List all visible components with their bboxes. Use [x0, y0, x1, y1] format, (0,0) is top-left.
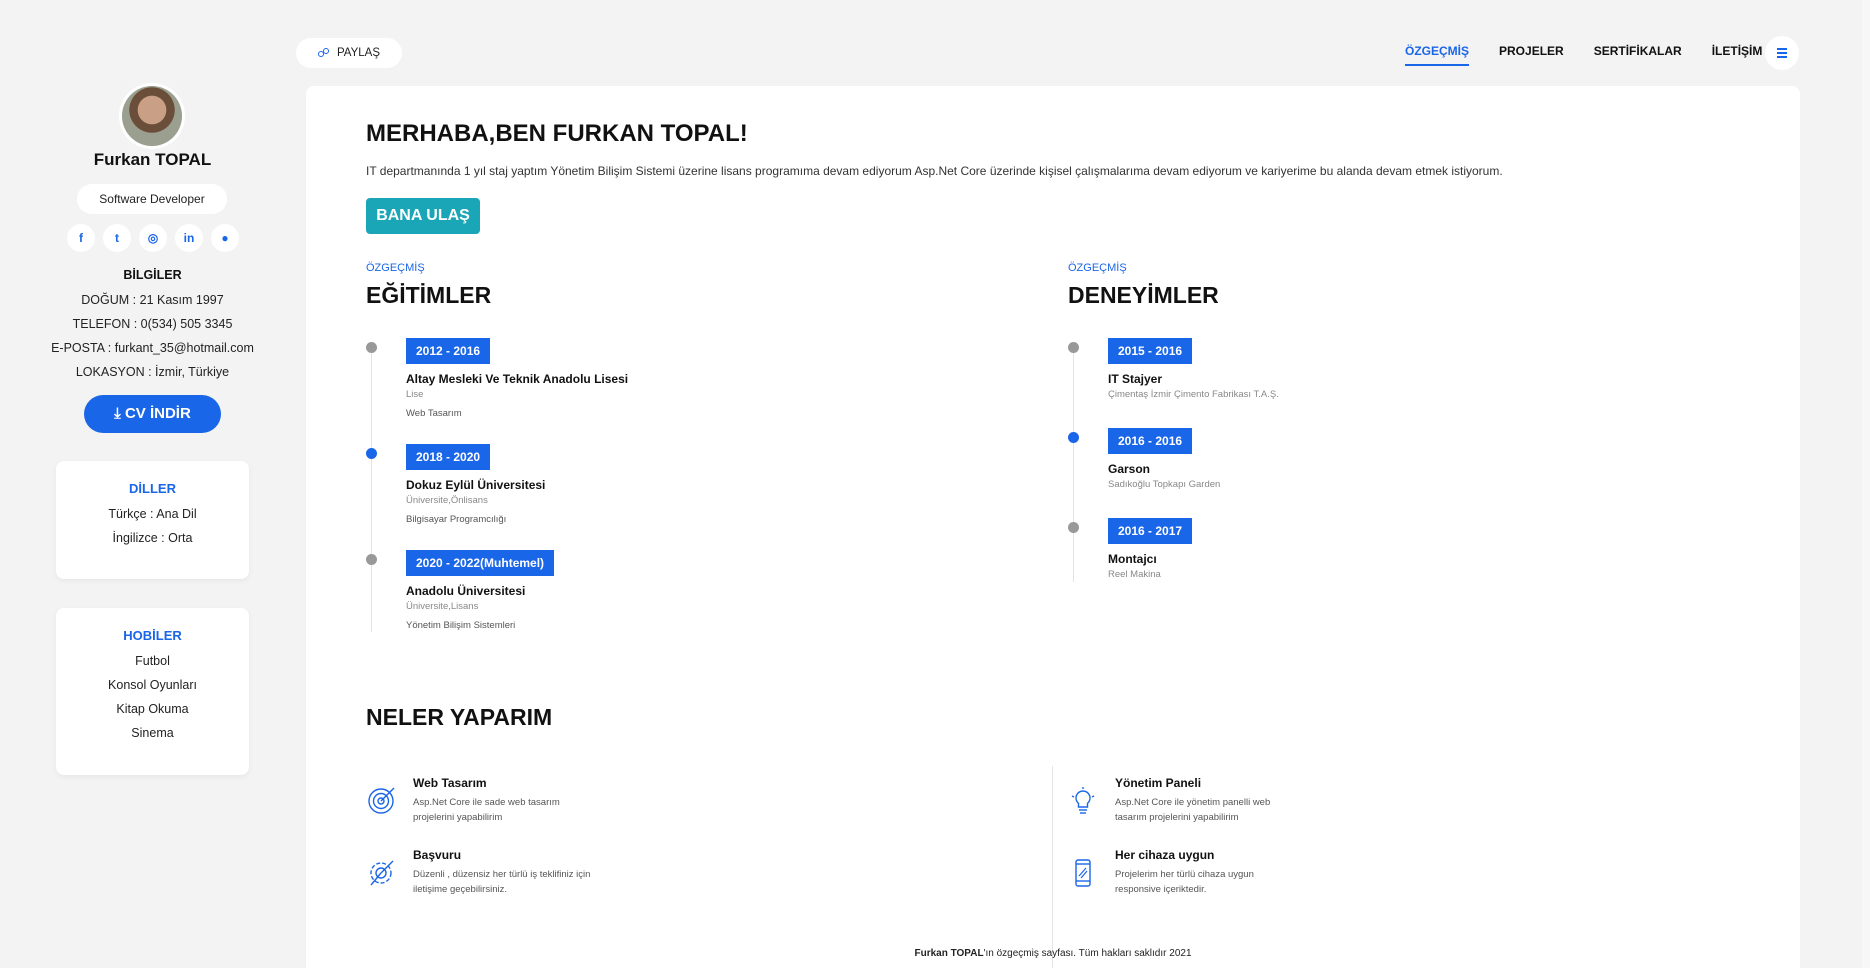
- school-type: Üniversite,Önlisans: [406, 495, 488, 506]
- experience-kicker: ÖZGEÇMİŞ: [1068, 262, 1127, 274]
- linkedin-icon[interactable]: in: [175, 224, 203, 252]
- school-field: Web Tasarım: [406, 408, 462, 419]
- avatar: [122, 86, 182, 146]
- school-field: Yönetim Bilişim Sistemleri: [406, 620, 516, 631]
- lightbulb-icon: [1071, 787, 1095, 814]
- compass-gear-icon: [370, 860, 394, 886]
- hobby-item: Konsol Oyunları: [108, 678, 197, 692]
- mobile-phone-icon: [1075, 859, 1091, 887]
- school-field: Bilgisayar Programcılığı: [406, 514, 507, 525]
- facebook-icon[interactable]: f: [67, 224, 95, 252]
- hobbies-title: HOBİLER: [123, 628, 182, 643]
- services-divider: [1052, 766, 1053, 968]
- languages-title: DİLLER: [129, 481, 176, 496]
- service-desc: Asp.Net Core ile sade web tasarım projel…: [413, 797, 560, 823]
- service-desc: Asp.Net Core ile yönetim panelli web tas…: [1115, 797, 1271, 823]
- info-heading: BİLGİLER: [123, 268, 182, 282]
- timeline-dot: [366, 342, 377, 353]
- years-badge: 2012 - 2016: [406, 338, 491, 364]
- scrollbar[interactable]: [1862, 0, 1870, 968]
- years-badge: 2016 - 2016: [1108, 428, 1193, 454]
- education-kicker: ÖZGEÇMİŞ: [366, 262, 425, 274]
- timeline-dot: [1068, 432, 1079, 443]
- profile-name: Furkan TOPAL: [93, 150, 212, 169]
- service-title: Her cihaza uygun: [1115, 848, 1215, 862]
- years-badge: 2020 - 2022(Muhtemel): [406, 550, 555, 576]
- language-item: Türkçe : Ana Dil: [108, 507, 197, 521]
- main-nav: ÖZGEÇMİŞ PROJELER SERTİFİKALAR İLETİŞİM: [1405, 44, 1762, 66]
- service-desc: Düzenli , düzensiz her türlü iş teklifin…: [413, 869, 591, 895]
- target-icon: [368, 787, 395, 814]
- school-name: Altay Mesleki Ve Teknik Anadolu Lisesi: [406, 372, 629, 386]
- intro-text: IT departmanında 1 yıl staj yaptım Yönet…: [366, 164, 1503, 178]
- footer-text: 'ın özgeçmiş sayfası. Tüm hakları saklıd…: [983, 948, 1192, 959]
- education-title: EĞİTİMLER: [366, 282, 492, 308]
- school-name: Anadolu Üniversitesi: [406, 584, 526, 598]
- page-footer: Furkan TOPAL'ın özgeçmiş sayfası. Tüm ha…: [306, 948, 1800, 959]
- timeline-dot: [366, 554, 377, 565]
- github-icon[interactable]: ●: [211, 224, 239, 252]
- experience-timeline: 2015 - 2016 IT Stajyer Çimentaş İzmir Çi…: [1068, 338, 1279, 582]
- job-company: Reel Makina: [1108, 569, 1161, 580]
- timeline-dot: [1068, 522, 1079, 533]
- years-badge: 2016 - 2017: [1108, 518, 1193, 544]
- experience-title: DENEYİMLER: [1068, 282, 1219, 308]
- location-info: LOKASYON : İzmir, Türkiye: [75, 365, 230, 379]
- languages-card: DİLLER Türkçe : Ana Dil İngilizce : Orta: [56, 461, 249, 579]
- birth-info: DOĞUM : 21 Kasım 1997: [81, 293, 224, 307]
- hobby-item: Sinema: [131, 726, 174, 740]
- cv-download-button[interactable]: ⤓ CV İNDİR: [84, 395, 221, 433]
- nav-certificates[interactable]: SERTİFİKALAR: [1594, 44, 1682, 66]
- instagram-icon[interactable]: ◎: [139, 224, 167, 252]
- timeline-dot: [366, 448, 377, 459]
- contact-me-button[interactable]: BANA ULAŞ: [366, 198, 480, 234]
- share-icon: [317, 47, 329, 59]
- nav-contact[interactable]: İLETİŞİM: [1712, 44, 1763, 66]
- school-name: Dokuz Eylül Üniversitesi: [406, 478, 546, 492]
- phone-info: TELEFON : 0(534) 505 3345: [72, 317, 233, 331]
- hobby-item: Futbol: [135, 654, 170, 668]
- job-company: Sadıkoğlu Topkapı Garden: [1108, 479, 1221, 490]
- job-role: Montajcı: [1108, 552, 1157, 566]
- nav-projects[interactable]: PROJELER: [1499, 44, 1564, 66]
- job-company: Çimentaş İzmir Çimento Fabrikası T.A.Ş.: [1108, 389, 1279, 400]
- twitter-icon[interactable]: t: [103, 224, 131, 252]
- years-badge: 2018 - 2020: [406, 444, 491, 470]
- service-title: Web Tasarım: [413, 776, 487, 790]
- service-title: Başvuru: [413, 848, 462, 862]
- services-title: NELER YAPARIM: [366, 704, 553, 730]
- timeline-dot: [1068, 342, 1079, 353]
- page-title: MERHABA,BEN FURKAN TOPAL!: [366, 120, 748, 147]
- job-role: Garson: [1108, 462, 1151, 476]
- footer-name: Furkan TOPAL: [914, 948, 984, 959]
- nav-resume[interactable]: ÖZGEÇMİŞ: [1405, 44, 1470, 66]
- education-timeline: 2012 - 2016 Altay Mesleki Ve Teknik Anad…: [366, 338, 628, 632]
- service-title: Yönetim Paneli: [1115, 776, 1202, 790]
- social-links: f t ◎ in ●: [67, 224, 239, 252]
- school-type: Üniversite,Lisans: [406, 601, 479, 612]
- years-badge: 2015 - 2016: [1108, 338, 1193, 364]
- profile-sidebar: Furkan TOPAL Software Developer f t ◎ in…: [0, 0, 305, 968]
- language-item: İngilizce : Orta: [112, 531, 193, 545]
- main-panel: MERHABA,BEN FURKAN TOPAL! IT departmanın…: [306, 86, 1800, 968]
- job-role: IT Stajyer: [1108, 372, 1163, 386]
- hobbies-card: HOBİLER Futbol Konsol Oyunları Kitap Oku…: [56, 608, 249, 775]
- share-label: PAYLAŞ: [336, 47, 381, 59]
- share-button[interactable]: PAYLAŞ: [296, 38, 402, 68]
- school-type: Lise: [406, 389, 424, 400]
- email-info: E-POSTA : furkant_35@hotmail.com: [51, 341, 254, 355]
- hobby-item: Kitap Okuma: [116, 702, 189, 716]
- role-badge: Software Developer: [77, 184, 227, 214]
- service-desc: Projelerim her türlü cihaza uygun respon…: [1115, 869, 1254, 895]
- hamburger-menu-icon[interactable]: [1765, 36, 1799, 70]
